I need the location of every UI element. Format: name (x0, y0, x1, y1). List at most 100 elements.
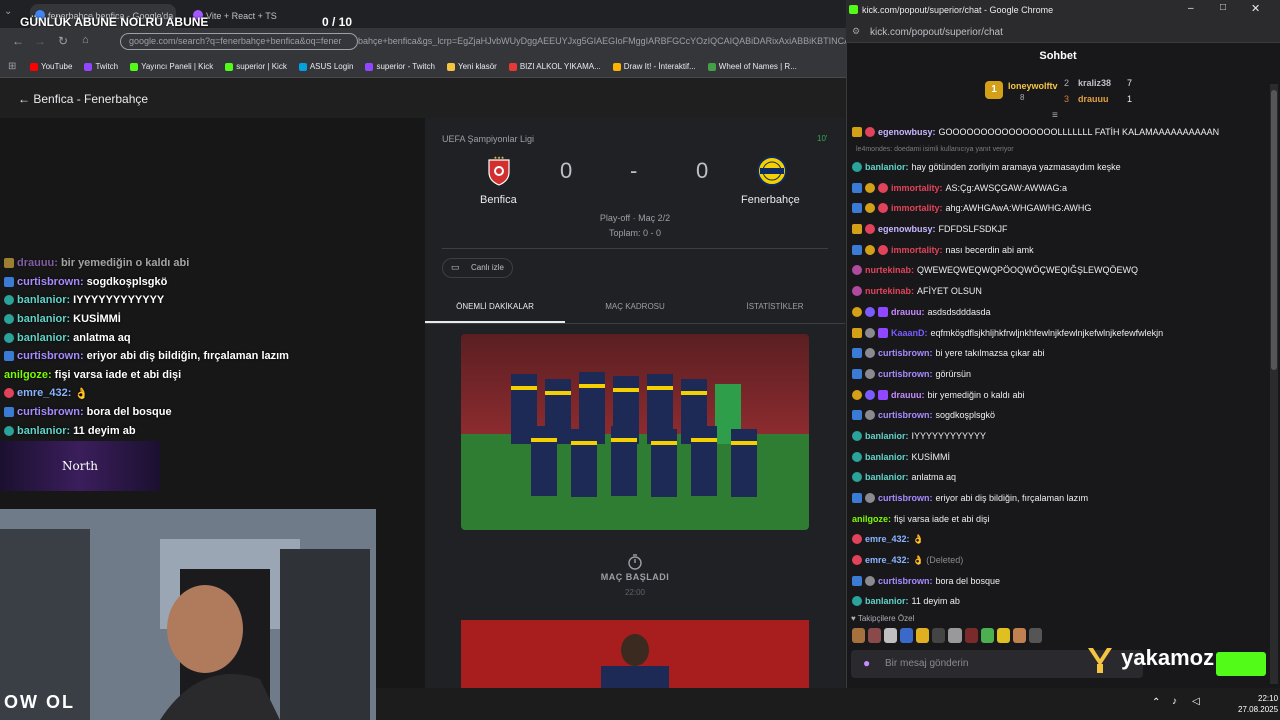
chat-message: drauuu: bir yemediğin o kaldı abi (852, 384, 1270, 405)
emote-icon[interactable] (900, 628, 914, 643)
chat-message: KaaanD: eqfmköşdflsjkhljhkfrwljnkhfewlnjk… (852, 322, 1270, 343)
chat-scrollbar-thumb[interactable] (1271, 90, 1277, 370)
match-photo-image[interactable] (461, 620, 809, 688)
leaderboard-name-2[interactable]: kraliz38 (1078, 78, 1111, 88)
tab-lineups[interactable]: MAÇ KADROSU (565, 290, 705, 323)
apps-grid-icon[interactable]: ⊞ (8, 61, 16, 72)
emote-icon[interactable] (884, 628, 898, 643)
site-info-icon[interactable]: ⚙ (852, 26, 860, 37)
verified-badge-icon (852, 368, 862, 379)
sub-badge-icon (865, 389, 875, 400)
chat-message: nurtekinab: QWEWEQWEQWQPÖOQWÖÇWEQIĞŞLEWQÖ… (852, 260, 1270, 281)
forward-arrow-icon[interactable]: → (34, 34, 46, 48)
home-score: 0 (560, 158, 573, 183)
tab-stats[interactable]: İSTATİSTİKLER (705, 290, 845, 323)
badge-icon (878, 306, 888, 317)
bookmark-alkol[interactable]: BIZI ALKOL YIKAMA... (508, 62, 601, 71)
away-team-name[interactable]: Fenerbahçe (741, 194, 800, 206)
followers-only-label: ♥ Takipçilere Özel (851, 614, 915, 623)
badge-icon (4, 276, 14, 287)
sub-badge-icon (852, 286, 862, 297)
yakamoz-logo: yakamoz (1085, 644, 1214, 674)
mic-tray-icon[interactable]: ♪ (1172, 696, 1177, 707)
badge-icon (4, 388, 14, 399)
overlay-chat-line: banlanior: 11 deyim ab (0, 421, 425, 440)
badge-icon (4, 407, 14, 418)
bookmark-folder[interactable]: Yeni klasör (446, 62, 497, 71)
verified-badge-icon (852, 493, 862, 504)
bookmark-kick-dashboard[interactable]: Yayıncı Paneli | Kick (130, 62, 213, 71)
score-dash: - (630, 158, 638, 183)
heart-icon: ♥ (851, 614, 858, 623)
bookmark-youtube[interactable]: YouTube (30, 62, 72, 71)
popup-url[interactable]: ⚙ kick.com/popout/superior/chat (846, 21, 1280, 43)
bookmark-draw-it[interactable]: Draw It! - İnteraktif... (612, 62, 696, 71)
gift-badge-icon (852, 306, 862, 317)
emote-icon[interactable] (980, 628, 994, 643)
reload-icon[interactable]: ↻ (58, 34, 68, 48)
tab-search-chevron-icon[interactable]: ⌄ (4, 6, 12, 17)
chat-message: egenowbusy: FDFDSLFSDKJF (852, 219, 1270, 240)
tab-vite[interactable]: Vite + React + TS (188, 4, 328, 28)
leaderboard-score-2: 7 (1127, 78, 1133, 88)
mic-icon[interactable]: ● (863, 656, 870, 670)
emote-icon[interactable] (852, 628, 866, 643)
bookmark-kick-superior[interactable]: superior | Kick (225, 62, 287, 71)
emote-icon[interactable] (1012, 628, 1026, 643)
emote-icon[interactable] (964, 628, 978, 643)
url-input[interactable]: google.com/search?q=fenerbahçe+benfica&o… (120, 33, 358, 50)
wheel-icon (707, 62, 716, 71)
tv-icon: ▭ (451, 262, 460, 272)
close-icon[interactable]: ✕ (1251, 2, 1260, 15)
sub-badge-icon (852, 555, 862, 566)
away-score: 0 (696, 158, 709, 183)
chat-message: curtisbrown: görürsün (852, 364, 1270, 385)
bookmark-asus[interactable]: ASUS Login (298, 62, 353, 71)
team-photo-image[interactable] (461, 334, 809, 530)
match-stage: Play-off · Maç 2/2 (599, 213, 671, 223)
watch-live-button[interactable]: ▭ Canlı izle (442, 258, 513, 278)
bookmark-twitch-superior[interactable]: superior - Twitch (365, 62, 435, 71)
chat-message: nurtekinab: AFİYET OLSUN (852, 281, 1270, 302)
overlay-chat-line: curtisbrown: eriyor abi diş bildiğin, fır… (0, 347, 425, 366)
emote-icon[interactable] (1028, 628, 1042, 643)
home-team-name[interactable]: Benfica (480, 194, 517, 206)
bookmark-twitch[interactable]: Twitch (84, 62, 118, 71)
tab-key-moments[interactable]: ÖNEMLİ DAKİKALAR (425, 290, 565, 323)
sub-badge-icon (865, 493, 875, 504)
kick-badge (1216, 652, 1266, 676)
emote-icon[interactable] (932, 628, 946, 643)
minimize-icon[interactable]: – (1188, 3, 1194, 14)
bookmark-wheel-of-names[interactable]: Wheel of Names | R... (707, 62, 797, 71)
emote-icon[interactable] (996, 628, 1010, 643)
leaderboard-name-3[interactable]: drauuu (1078, 94, 1109, 104)
match-started-label: MAÇ BAŞLADI (600, 572, 670, 582)
chat-message: emre_432: 👌 (Deleted) (852, 550, 1270, 571)
leaderboard-name-1[interactable]: loneywolftv (1008, 81, 1058, 91)
emote-icon[interactable] (948, 628, 962, 643)
match-back-link[interactable]: ← Benfica - Fenerbahçe (18, 92, 148, 106)
emote-icon[interactable] (868, 628, 882, 643)
tray-chevron-icon[interactable]: ⌃ (1152, 697, 1160, 708)
emote-icon[interactable] (916, 628, 930, 643)
chat-message: drauuu: asdsdsdddasda (852, 302, 1270, 323)
emote-bar (852, 628, 1042, 644)
chat-message: banlanior: IYYYYYYYYYYYY (852, 426, 1270, 447)
home-icon[interactable]: ⌂ (82, 34, 89, 46)
gift-badge-icon (852, 389, 862, 400)
asus-icon (298, 62, 307, 71)
taskbar-clock[interactable]: 22:10 27.08.2025 (1238, 693, 1278, 715)
sub-badge-icon (852, 472, 862, 483)
collapse-icon[interactable]: ≡ (1052, 110, 1058, 121)
back-arrow-icon: ← (18, 92, 34, 106)
volume-icon[interactable]: ◁ (1192, 696, 1200, 707)
verified-badge-icon (852, 244, 862, 255)
back-arrow-icon[interactable]: ← (12, 34, 24, 48)
sub-badge-icon (852, 430, 862, 441)
maximize-icon[interactable]: □ (1220, 2, 1226, 13)
sub-badge-icon (865, 348, 875, 359)
verified-badge-icon (852, 575, 862, 586)
badge-icon (4, 295, 14, 306)
badge-icon (4, 425, 14, 436)
leaderboard-score-1: 8 (1020, 93, 1025, 102)
